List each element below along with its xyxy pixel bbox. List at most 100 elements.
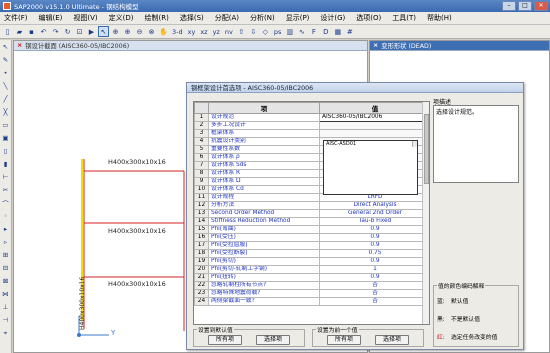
row-value[interactable]: Direct Analysis (319, 201, 429, 210)
lock-icon[interactable]: ⊡ (74, 26, 85, 37)
draw-solid-icon[interactable]: ▮ (1, 159, 11, 169)
draw-brace-icon[interactable]: ╳ (1, 107, 11, 117)
reshape-icon[interactable]: ✎ (1, 55, 11, 65)
close-view2-icon[interactable]: × (373, 42, 378, 49)
view-xz-button[interactable]: xz (198, 28, 209, 36)
table-row[interactable]: 12 分析方法 Direct Analysis (194, 201, 429, 210)
menu-file[interactable]: 文件(F) (4, 13, 28, 23)
row-value[interactable]: General 2nd Order (319, 209, 429, 218)
zoom-out-icon[interactable]: ⊖ (134, 26, 145, 37)
rotate-down-icon[interactable]: ⇩ (248, 26, 259, 37)
close-view-icon[interactable]: × (17, 42, 22, 49)
row-value[interactable]: 1 (319, 265, 429, 274)
row-value[interactable]: Tau-b Fixed (319, 217, 429, 226)
rotate-up-icon[interactable]: ⇧ (236, 26, 247, 37)
draw-rect-area-icon[interactable]: ▯ (1, 146, 11, 156)
table-row[interactable]: 2 多步工况设计 (194, 121, 429, 130)
grid-icon[interactable]: # (344, 26, 355, 37)
new-file-icon[interactable]: ▯ (2, 26, 13, 37)
close-button[interactable]: ✕ (534, 1, 548, 11)
draw-frame-icon[interactable]: ╲ (1, 81, 11, 91)
row-value[interactable]: 0.9 (319, 257, 429, 266)
select-pointer-icon[interactable]: ↖ (1, 42, 11, 52)
table-row[interactable]: 13 Second Order Method General 2nd Order (194, 209, 429, 218)
snap-intersection-icon[interactable]: ⋈ (1, 289, 11, 299)
reset-selected-default-button[interactable]: 选择项 (256, 335, 290, 345)
draw-area-quick-icon[interactable]: ▣ (1, 133, 11, 143)
design-code-select[interactable]: AISC360-05/IBC2006 (319, 113, 429, 122)
table-row[interactable]: 24 两侧梁截面一致? 否 (194, 297, 429, 306)
draw-frame-quick-icon[interactable]: ╱ (1, 94, 11, 104)
run-icon[interactable]: ▶ (86, 26, 97, 37)
view-nv-button[interactable]: nv (223, 28, 235, 36)
reset-all-default-button[interactable]: 所有项 (208, 335, 242, 345)
design-code-dropdown-list[interactable]: AISC-ASD01AISC-ASD89AISC360-05/IBC2006AI… (323, 140, 418, 195)
view-xy-button[interactable]: xy (186, 28, 198, 36)
row-value[interactable]: 0.9 (319, 225, 429, 234)
reset-all-previous-button[interactable]: 所有项 (327, 335, 361, 345)
pointer-icon[interactable]: ↖ (98, 26, 109, 37)
table-row[interactable]: 21 Phi(扭转) 0.9 (194, 273, 429, 282)
menu-analyze[interactable]: 分析(N) (250, 13, 275, 23)
menu-edit[interactable]: 编辑(E) (39, 13, 63, 23)
table-row[interactable]: 22 忽略轧制柱所有节点? 否 (194, 281, 429, 290)
zoom-in-icon[interactable]: ⊕ (122, 26, 133, 37)
row-value[interactable]: 0.75 (319, 249, 429, 258)
row-value[interactable]: 否 (319, 281, 429, 290)
open-folder-icon[interactable]: ▰ (14, 26, 25, 37)
table-row[interactable]: 17 Phi(受拉屈服) 0.9 (194, 241, 429, 250)
row-value[interactable] (319, 121, 429, 130)
menu-tools[interactable]: 工具(T) (392, 13, 416, 23)
menu-draw[interactable]: 绘制(R) (145, 13, 169, 23)
grid-scrollbar[interactable] (422, 102, 429, 324)
table-row[interactable]: 16 Phi(受压) 0.9 (194, 233, 429, 242)
clear-selection-icon[interactable]: ⊠ (1, 276, 11, 286)
row-value[interactable]: 0.9 (319, 233, 429, 242)
row-value[interactable] (319, 129, 429, 138)
select-previous-icon[interactable]: ⊟ (1, 263, 11, 273)
snap-end-icon[interactable]: ▸ (1, 224, 11, 234)
refresh-icon[interactable]: ↻ (62, 26, 73, 37)
view2-tab-header[interactable]: × 变形形状 (DEAD) (370, 41, 549, 51)
draw-section-cut-icon[interactable]: ✂ (1, 185, 11, 195)
view-yz-button[interactable]: yz (211, 28, 222, 36)
view-tab-header[interactable]: × 钢设计截面 (AISC360-05/IBC2006) (14, 41, 367, 51)
table-row[interactable]: 23 忽略特殊地震荷载? 否 (194, 289, 429, 298)
zoom-window-icon[interactable]: ⊕ (110, 26, 121, 37)
minimize-button[interactable]: – (502, 1, 516, 11)
table-row[interactable]: 19 Phi(剪切) 0.9 (194, 257, 429, 266)
table-icon[interactable]: ▦ (332, 26, 343, 37)
draw-tendon-icon[interactable]: ⌒ (1, 198, 11, 208)
draw-link-icon[interactable]: ⊢ (1, 172, 11, 182)
snap-point-icon[interactable]: ◦ (1, 211, 11, 221)
snap-grid-icon[interactable]: ⌖ (1, 328, 11, 338)
row-value[interactable]: 否 (319, 297, 429, 306)
menu-options[interactable]: 选项(O) (356, 13, 381, 23)
table-row[interactable]: 18 Phi(受拉断裂) 0.75 (194, 249, 429, 258)
zoom-all-icon[interactable]: ⊗ (146, 26, 157, 37)
table-row[interactable]: 14 Stiffness Reduction Method Tau-b Fixed (194, 217, 429, 226)
menu-select[interactable]: 选择(S) (180, 13, 204, 23)
row-value[interactable]: 否 (319, 289, 429, 298)
select-all-icon[interactable]: ⊞ (1, 250, 11, 260)
menu-help[interactable]: 帮助(H) (427, 13, 452, 23)
reset-selected-previous-button[interactable]: 选择项 (375, 335, 409, 345)
table-row[interactable]: 20 Phi(剪切-轧制工字钢) 1 (194, 265, 429, 274)
pan-icon[interactable]: ✋ (158, 26, 169, 37)
table-row[interactable]: 1 设计规范 AISC360-05/IBC2006 (194, 113, 429, 122)
deformed-shape-icon[interactable]: ∿ (296, 26, 307, 37)
view-ps-button[interactable]: ps (272, 28, 284, 36)
menu-define[interactable]: 定义(D) (109, 13, 134, 23)
menu-assign[interactable]: 分配(A) (215, 13, 239, 23)
table-row[interactable]: 15 Phi(弯曲) 0.9 (194, 225, 429, 234)
show-undeformed-icon[interactable]: ▥ (284, 26, 295, 37)
design-icon[interactable]: D (320, 26, 331, 37)
preferences-grid[interactable]: 项 值 1 设计规范 AISC360-05/IBC2006 2 多步工况设计 3 框架体系 4… (193, 101, 430, 325)
snap-mid-icon[interactable]: ▹ (1, 237, 11, 247)
menu-view[interactable]: 视图(V) (73, 13, 97, 23)
menu-display[interactable]: 显示(P) (286, 13, 310, 23)
view-3d-button[interactable]: 3-d (170, 28, 185, 36)
draw-joint-icon[interactable]: • (1, 68, 11, 78)
undo-icon[interactable]: ↶ (38, 26, 49, 37)
save-icon[interactable]: ▪ (26, 26, 37, 37)
